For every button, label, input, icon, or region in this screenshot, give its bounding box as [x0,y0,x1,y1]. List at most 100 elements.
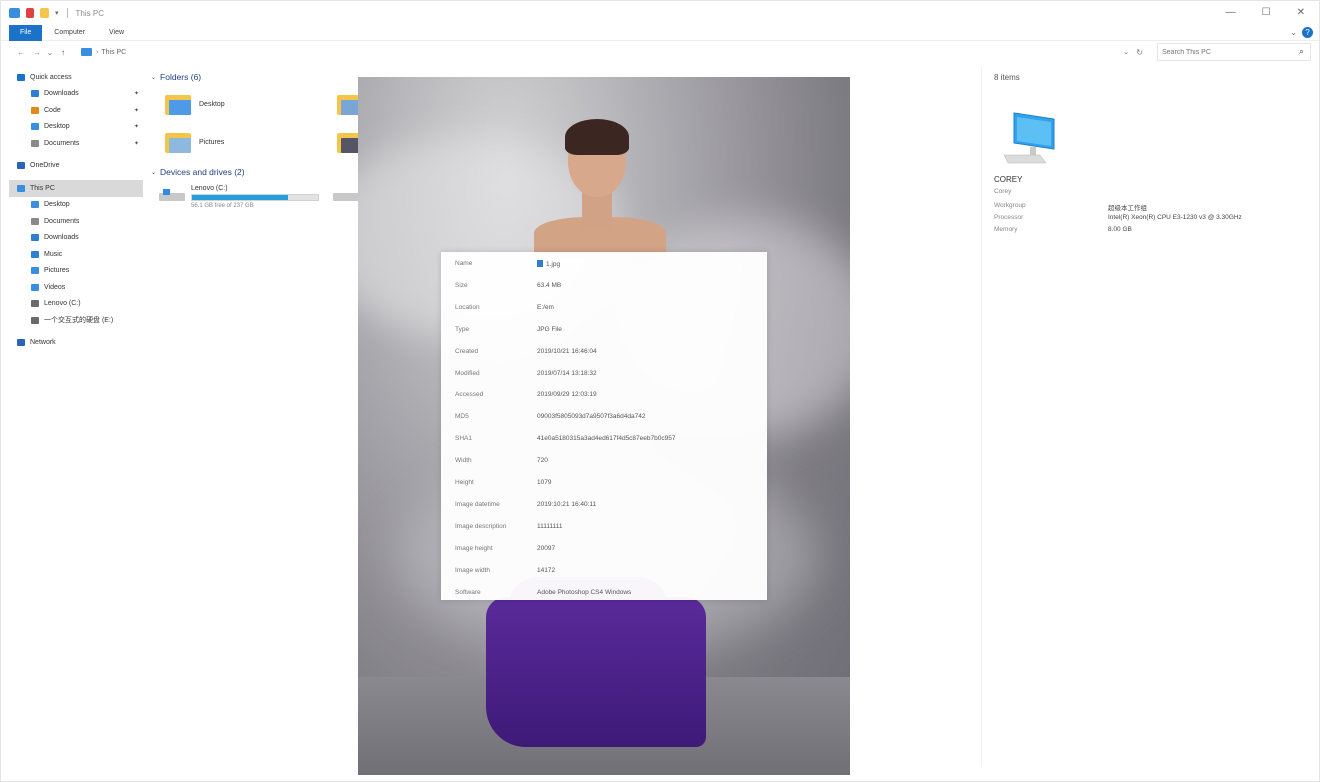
property-label: Image width [455,566,491,574]
collapse-chevron-icon[interactable]: ⌄ [151,169,156,176]
pin-icon[interactable]: ✦ [134,123,139,130]
sidebar-item-icon [31,139,39,147]
property-row: SHA1 41e0a5180315a3ad4ed617f4d5c87eeb7b0c… [455,435,755,442]
expand-ribbon-icon[interactable]: ⌄ [1290,28,1297,37]
breadcrumb[interactable]: This PC [101,49,126,56]
property-label: Height [455,479,474,486]
sidebar-item-icon [31,300,39,308]
sidebar-item-label: Pictures [44,267,70,275]
sidebar-item-5[interactable]: OneDrive [9,158,143,175]
property-label: MD5 [455,413,469,421]
computer-user: Corey [994,188,1012,195]
address-dropdown-icon[interactable]: ⌄ [1123,48,1129,56]
sidebar-item-0[interactable]: Quick access [9,69,143,86]
sidebar-item-label: Desktop [44,123,70,131]
property-row: Height 1079 [455,479,755,486]
help-icon[interactable]: ? [1302,27,1313,38]
maximize-button[interactable]: ☐ [1262,7,1271,18]
hard-drive-icon [159,189,185,203]
folder-label: Pictures [199,138,225,146]
group-title: Folders (6) [160,72,202,82]
detail-row-processor: Processor Intel(R) Xeon(R) CPU E3-1230 v3… [994,214,1242,221]
drives-group-header[interactable]: ⌄ Devices and drives (2) [151,167,245,177]
drive-usage-bar [191,194,319,201]
collapse-chevron-icon[interactable]: ⌄ [151,74,156,81]
customize-toolbar-icon[interactable]: ▾ [55,9,59,17]
sidebar-item-icon [31,234,39,242]
sidebar-item-label: 一个交互式的硬盘 (E:) [44,317,114,325]
sidebar-item-15[interactable]: Network [9,335,143,352]
search-input[interactable] [1162,48,1292,56]
sidebar-item-4[interactable]: Documents ✦ [9,135,143,152]
back-arrow-icon[interactable]: ← [13,48,29,57]
property-row: Created 2019/10/21 16:46:04 [455,348,755,355]
minimize-button[interactable]: — [1226,7,1236,18]
property-row: Modified 2019/07/14 13:18:32 [455,370,755,377]
property-value: 11111111 [537,522,563,530]
pin-icon[interactable]: ✦ [134,107,139,114]
property-row: Accessed 2019/09/29 12:03:19 [455,391,755,398]
folder-pictures[interactable]: Pictures [165,131,224,153]
sidebar-item-icon [31,250,39,258]
property-row: Size 63.4 MB [455,282,755,289]
search-box[interactable]: ⌕ [1157,43,1311,61]
sidebar-item-icon [31,106,39,114]
sidebar-item-12[interactable]: Videos [9,279,143,296]
recent-locations-icon[interactable]: ⌄ [45,48,55,57]
property-label: Created [455,347,479,355]
sidebar-item-icon [31,123,39,131]
close-button[interactable]: ✕ [1297,7,1305,18]
sidebar-item-icon [31,90,39,98]
property-label: SHA1 [455,435,472,443]
property-label: Width [455,457,472,465]
sidebar-item-label: This PC [30,184,55,192]
address-field[interactable]: › This PC ⌄ ↻ [81,43,1151,61]
sidebar-item-14[interactable]: 一个交互式的硬盘 (E:) [9,312,143,329]
drive-c[interactable]: Lenovo (C:) 56.1 GB free of 237 GB [159,185,319,209]
refresh-icon[interactable]: ↻ [1136,48,1143,57]
window-controls: — ☐ ✕ [1226,7,1305,18]
property-label: Accessed [455,391,484,399]
pin-icon[interactable]: ✦ [134,90,139,97]
sidebar-item-9[interactable]: Downloads [9,230,143,247]
folder-icon [165,93,191,115]
up-arrow-icon[interactable]: ↑ [55,48,71,57]
sidebar-item-13[interactable]: Lenovo (C:) [9,296,143,313]
folder-desktop[interactable]: Desktop [165,93,225,115]
folders-group-header[interactable]: ⌄ Folders (6) [151,72,201,82]
address-bar-row: ← → ⌄ ↑ › This PC ⌄ ↻ ⌕ [1,43,1319,61]
sidebar-item-1[interactable]: Downloads ✦ [9,86,143,103]
explorer-icon [9,8,20,18]
navigation-pane: Quick access Downloads ✦ Code ✦ Desktop ✦ Docum… [9,69,143,669]
details-pane: 8 items COREY Corey Workgroup 超级本工作组 Proc… [981,67,1311,767]
sidebar-item-8[interactable]: Documents [9,213,143,230]
sidebar-item-icon [17,339,25,347]
properties-icon[interactable] [26,8,34,18]
pin-icon[interactable]: ✦ [134,140,139,147]
tab-computer[interactable]: Computer [42,25,97,41]
sidebar-item-6[interactable]: This PC [9,180,143,197]
property-value: 2019/07/14 13:18:32 [537,369,597,377]
sidebar-item-3[interactable]: Desktop ✦ [9,119,143,136]
search-icon[interactable]: ⌕ [1299,46,1304,57]
drive-e[interactable] [333,185,359,203]
forward-arrow-icon[interactable]: → [29,48,45,57]
property-value: 2019:10:21 16:40:11 [537,500,597,508]
property-row: Image datetime 2019:10:21 16:40:11 [455,501,755,508]
sidebar-item-label: Code [44,106,61,114]
group-title: Devices and drives (2) [160,167,245,177]
property-row: Software Adobe Photoshop CS4 Windows [455,589,755,596]
sidebar-item-2[interactable]: Code ✦ [9,102,143,119]
sidebar-item-11[interactable]: Pictures [9,263,143,280]
tab-view[interactable]: View [97,25,136,41]
property-label: Type [455,325,470,333]
sidebar-item-7[interactable]: Desktop [9,197,143,214]
property-value: 720 [537,457,548,465]
new-folder-icon[interactable] [40,8,49,18]
property-row: Image description 11111111 [455,523,755,530]
breadcrumb-chevron-icon[interactable]: › [96,49,98,56]
property-row: Name 1.jpg [455,260,755,268]
tab-file[interactable]: File [9,24,43,41]
sidebar-item-10[interactable]: Music [9,246,143,263]
sidebar-item-label: Music [44,250,63,258]
